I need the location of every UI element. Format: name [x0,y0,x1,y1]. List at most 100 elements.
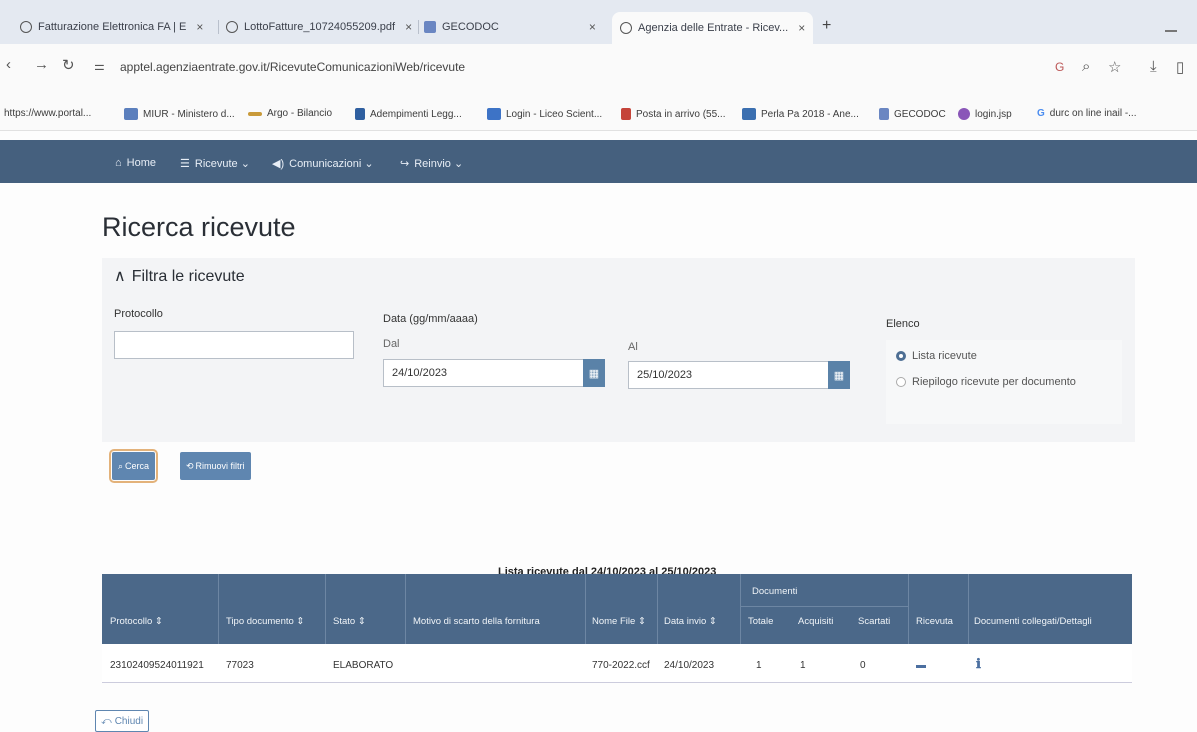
globe-icon [620,22,632,34]
chevron-up-icon: ∧ [114,268,126,285]
bookmark-label: Perla Pa 2018 - Ane... [761,108,859,120]
al-label: Al [628,341,638,353]
cell-nome-file: 770-2022.ccf [592,660,650,671]
sort-icon: ⇕ [637,616,646,627]
filter-title: Filtra le ricevute [131,268,245,285]
col-tipo-documento[interactable]: Tipo documento ⇕ [226,616,304,627]
nav-home-label: Home [126,157,156,169]
tab-separator [418,20,419,34]
close-tab-icon[interactable]: × [798,21,805,35]
bookmark-item[interactable]: Gdurc on line inail -... [1037,108,1137,119]
browser-tab[interactable]: GECODOC × [424,16,596,38]
col-nome-file[interactable]: Nome File ⇕ [592,616,646,627]
bookmark-item[interactable]: Posta in arrivo (55... [621,108,725,120]
cell-acquisiti: 1 [800,660,806,671]
share-icon: ↪ [400,158,410,170]
site-info-icon[interactable]: ⚌ [94,59,105,73]
bookmark-item[interactable]: login.jsp [958,108,1012,120]
close-tab-icon[interactable]: × [405,20,412,34]
radio-lista-ricevute[interactable]: Lista ricevute [896,350,977,362]
tab-title: LottoFatture_10724055209.pdf [244,21,396,33]
gecodoc-icon [879,108,889,120]
protocollo-label: Protocollo [114,308,163,320]
gmail-icon [621,108,631,120]
col-label: Tipo documento [226,616,294,627]
perlapa-icon [742,108,756,120]
chevron-down-icon: ⌄ [453,158,464,170]
col-stato[interactable]: Stato ⇕ [333,616,366,627]
globe-icon [226,21,238,33]
nav-reinvio-label: Reinvio [414,158,451,170]
col-data-invio[interactable]: Data invio ⇕ [664,616,717,627]
radio-selected-icon [896,351,906,361]
documenti-group-header: Documenti [752,586,798,597]
bookmark-item[interactable]: GECODOC [879,108,946,120]
bookmark-item[interactable]: Perla Pa 2018 - Ane... [742,108,859,120]
radio-riepilogo[interactable]: Riepilogo ricevute per documento [896,376,1076,388]
dal-label: Dal [383,338,400,350]
browser-tab[interactable]: Fatturazione Elettronica FA | E × [20,16,203,38]
close-tab-icon[interactable]: × [196,20,203,34]
search-button[interactable]: ⌕ Cerca [108,449,159,483]
radio-unselected-icon [896,377,906,387]
bookmark-label: https://www.portal... [4,108,92,119]
bookmark-item[interactable]: Adempimenti Legg... [355,108,462,120]
calendar-icon[interactable]: ▦ [828,361,850,389]
nav-reinvio[interactable]: ↪ Reinvio ⌄ [400,157,463,170]
liceo-icon [487,108,501,120]
translate-icon[interactable]: G [1055,60,1064,74]
cell-scartati: 0 [860,660,866,671]
filter-toggle[interactable]: ∧ Filtra le ricevute [114,266,245,286]
close-button[interactable]: ⤺ Chiudi [95,710,150,732]
elenco-label: Elenco [886,318,920,330]
nav-home[interactable]: ⌂ Home [115,157,156,169]
bookmark-label: GECODOC [894,108,946,120]
close-tab-icon[interactable]: × [589,20,596,34]
forward-icon[interactable]: → [34,56,49,73]
browser-tab-active[interactable]: Agenzia delle Entrate - Ricev... × [612,12,814,44]
bookmark-item[interactable]: Login - Liceo Scient... [487,108,602,120]
minimize-icon[interactable] [1165,30,1177,32]
bookmark-item[interactable]: MIUR - Ministero d... [124,108,235,120]
nav-ricevute-label: Ricevute [194,158,238,170]
radio-label: Lista ricevute [912,350,977,362]
receipt-download-icon[interactable]: ▬ [916,660,926,671]
col-motivo-scarto: Motivo di scarto della fornitura [413,616,540,627]
browser-tab[interactable]: LottoFatture_10724055209.pdf × [226,16,412,38]
col-label: Stato [333,616,356,627]
close-icon: ⤺ [101,715,112,727]
info-icon[interactable]: ℹ [976,656,981,672]
bookmark-item[interactable]: https://www.portal... [4,108,91,119]
zoom-icon[interactable]: ⌕ [1082,58,1090,75]
protocollo-input[interactable] [114,331,354,359]
sidepanel-icon[interactable]: ▯ [1176,58,1184,76]
url-field[interactable]: apptel.agenziaentrate.gov.it/RicevuteCom… [120,60,465,74]
column-divider [325,574,326,644]
home-icon: ⌂ [115,157,122,169]
table-header [102,574,1132,644]
reset-filters-button[interactable]: ⟲ Rimuovi filtri [180,452,251,480]
tab-title: Fatturazione Elettronica FA | E [38,21,187,33]
globe-icon [20,21,32,33]
new-tab-icon[interactable]: + [822,17,831,35]
back-icon[interactable]: ‹ [6,56,11,73]
column-divider [585,574,586,644]
nav-comunicazioni[interactable]: ◀) Comunicazioni ⌄ [272,157,374,170]
cell-protocollo: 23102409524011921 [110,660,204,671]
reset-button-label: Rimuovi filtri [195,461,245,471]
column-divider [908,574,909,644]
bookmark-label: MIUR - Ministero d... [143,108,235,120]
nav-ricevute[interactable]: ☰ Ricevute ⌄ [180,157,250,170]
al-date-input[interactable]: 25/10/2023 [628,361,850,389]
calendar-icon[interactable]: ▦ [583,359,605,387]
download-icon[interactable]: ⤓ [1150,58,1157,75]
bookmark-item[interactable]: Argo - Bilancio [248,108,332,119]
argo-icon [248,111,262,116]
radio-label: Riepilogo ricevute per documento [912,376,1076,388]
reload-icon[interactable]: ↻ [62,56,75,74]
star-icon[interactable]: ☆ [1108,58,1121,76]
col-protocollo[interactable]: Protocollo ⇕ [110,616,163,627]
dal-date-input[interactable]: 24/10/2023 [383,359,605,387]
col-scartati: Scartati [858,616,891,627]
megaphone-icon: ◀) [272,158,285,170]
